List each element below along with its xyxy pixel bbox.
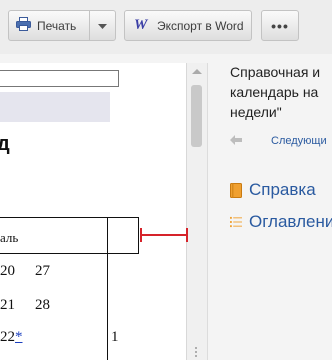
red-measure-marker bbox=[140, 228, 188, 242]
print-main[interactable]: Печать bbox=[9, 11, 89, 40]
chevron-down-icon bbox=[98, 19, 107, 33]
resize-grip-icon[interactable] bbox=[193, 346, 199, 358]
print-dropdown-button[interactable] bbox=[90, 11, 115, 40]
book-icon bbox=[230, 182, 242, 198]
scroll-up-arrow-icon[interactable] bbox=[192, 69, 202, 74]
print-button[interactable]: Печать bbox=[8, 10, 116, 41]
printer-icon bbox=[16, 17, 31, 34]
table-cell: 1 bbox=[111, 329, 119, 345]
table-column-divider bbox=[107, 217, 108, 360]
help-link-label[interactable]: Справка bbox=[249, 180, 316, 200]
document-title-note: Справочная и календарь на недели" bbox=[230, 64, 321, 120]
table-header-cell: аль bbox=[0, 230, 19, 245]
word-icon: W bbox=[134, 17, 149, 34]
table-link-cell: 22* bbox=[0, 329, 23, 346]
document-heading: д bbox=[0, 133, 10, 155]
table-cell: 20 bbox=[0, 263, 15, 279]
back-arrow-icon[interactable] bbox=[230, 134, 242, 148]
more-icon: ••• bbox=[271, 17, 289, 34]
export-word-button[interactable]: W Экспорт в Word bbox=[124, 10, 252, 41]
list-icon bbox=[230, 216, 242, 228]
document-page: д аль 20 27 21 28 22* 1 bbox=[0, 63, 186, 360]
table-of-contents-label[interactable]: Оглавлени bbox=[249, 212, 332, 232]
footnote-link[interactable]: * bbox=[15, 329, 23, 345]
footnote-star[interactable]: * bbox=[15, 329, 23, 345]
table-cell-number: 22 bbox=[0, 329, 15, 345]
svg-text:W: W bbox=[134, 17, 149, 31]
document-input-field[interactable] bbox=[0, 70, 119, 87]
next-link[interactable]: Следующи bbox=[271, 135, 327, 147]
scroll-thumb[interactable] bbox=[191, 85, 202, 147]
table-header-border bbox=[0, 253, 139, 254]
document-shaded-block bbox=[0, 92, 110, 122]
table-cell: 21 bbox=[0, 297, 15, 313]
more-options-button[interactable]: ••• bbox=[261, 10, 299, 41]
help-link[interactable]: Справка bbox=[230, 180, 316, 200]
toolbar: Печать W Экспорт в Word ••• bbox=[0, 0, 332, 54]
document-pane: д аль 20 27 21 28 22* 1 bbox=[0, 63, 208, 360]
table-of-contents-link[interactable]: Оглавлени bbox=[230, 212, 332, 232]
document-scrollbar[interactable] bbox=[186, 63, 207, 360]
print-label: Печать bbox=[37, 18, 77, 33]
side-panel: Справочная и календарь на недели" Следую… bbox=[214, 54, 332, 360]
navigation-row: Следующи bbox=[230, 134, 327, 148]
table-top-border bbox=[0, 217, 139, 218]
export-word-label: Экспорт в Word bbox=[157, 18, 244, 33]
table-cell: 27 bbox=[35, 263, 50, 279]
table-cell: 28 bbox=[35, 297, 50, 313]
